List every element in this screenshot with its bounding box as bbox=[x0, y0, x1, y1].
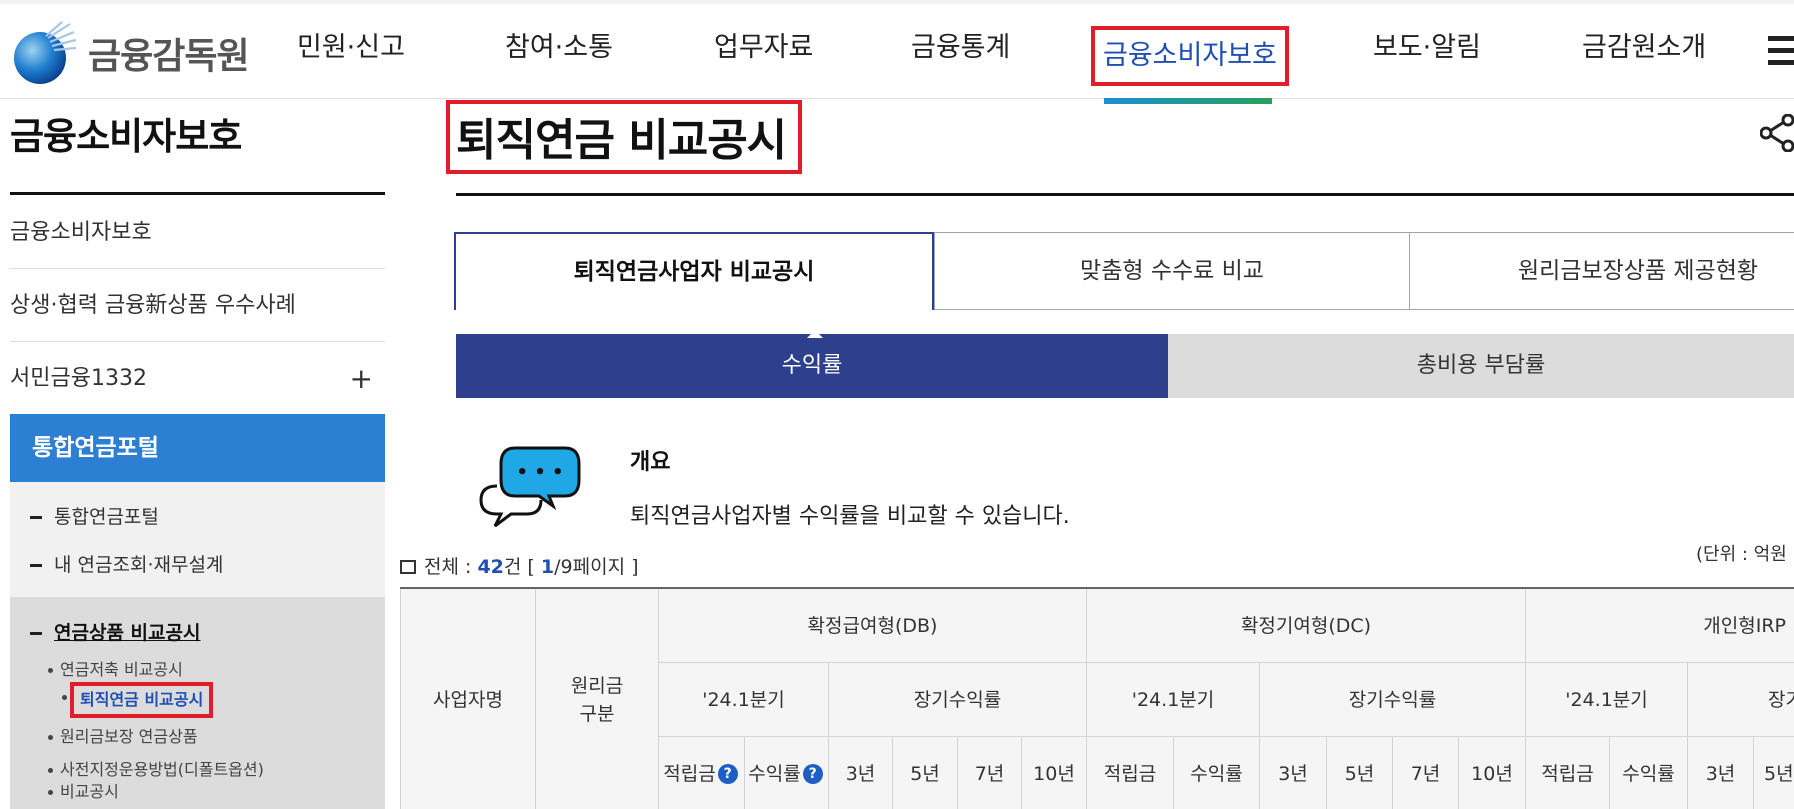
th-dc-reserve: 적립금 bbox=[1087, 737, 1174, 809]
gnb-item-participation[interactable]: 참여·소통 bbox=[505, 18, 613, 78]
unit-label: (단위 : 억원 bbox=[1696, 544, 1787, 565]
tab-provider-comparison[interactable]: 퇴직연금사업자 비교공시 bbox=[454, 232, 934, 310]
sub-item-label: 통합연금포털 bbox=[54, 506, 159, 528]
th-db-reserve-label: 적립금 bbox=[663, 762, 716, 785]
gnb-item-civil[interactable]: 민원·신고 bbox=[297, 18, 405, 78]
sidebar-item-label: 금융소비자보호 bbox=[10, 220, 152, 245]
total-label: 전체 : bbox=[424, 556, 478, 578]
gnb-item-about[interactable]: 금감원소개 bbox=[1582, 18, 1706, 78]
logo[interactable]: 금융감독원 bbox=[10, 18, 250, 88]
logo-text: 금융감독원 bbox=[88, 36, 250, 77]
gnb-item-materials[interactable]: 업무자료 bbox=[714, 18, 813, 78]
speech-bubble-icon: • • • bbox=[475, 440, 585, 530]
th-irp-reserve: 적립금 bbox=[1526, 737, 1610, 809]
subtab-notch bbox=[807, 330, 823, 338]
th-principal-line2: 구분 bbox=[579, 702, 615, 725]
th-irp-3y: 3년 bbox=[1688, 737, 1754, 809]
th-group-db: 확정급여형(DB) bbox=[659, 589, 1087, 663]
th-dc-quarter: '24.1분기 bbox=[1087, 663, 1260, 737]
sub-item-label: 연금상품 비교공시 bbox=[54, 622, 201, 644]
page-title: 퇴직연금 비교공시 bbox=[456, 115, 787, 166]
sidebar-section-pension-portal[interactable]: 통합연금포털 bbox=[10, 414, 385, 482]
sub-item-label: 내 연금조회·재무설계 bbox=[54, 554, 224, 576]
th-dc-3y: 3년 bbox=[1260, 737, 1327, 809]
share-icon[interactable] bbox=[1759, 113, 1794, 153]
th-dc-5y: 5년 bbox=[1327, 737, 1393, 809]
sidebar-item-consumer-protection[interactable]: 금융소비자보호 bbox=[10, 196, 385, 269]
site-header: 금융감독원 민원·신고 참여·소통 업무자료 금융통계 금융소비자보호 보도·알… bbox=[0, 4, 1794, 104]
title-divider bbox=[456, 193, 1794, 196]
sidebar-link-retirement-comparison[interactable]: 퇴직연금 비교공시 bbox=[61, 682, 214, 718]
subtab-total-cost[interactable]: 총비용 부담률 bbox=[1168, 334, 1794, 398]
th-db-longterm: 장기수익률 bbox=[829, 663, 1087, 737]
th-group-irp-label: 개인형IRP bbox=[1703, 614, 1786, 637]
sidebar-title: 금융소비자보호 bbox=[10, 115, 242, 158]
help-icon[interactable]: ? bbox=[802, 763, 823, 784]
menu-icon[interactable] bbox=[1768, 36, 1794, 70]
th-db-10y: 10년 bbox=[1022, 737, 1087, 809]
th-db-7y: 7년 bbox=[958, 737, 1022, 809]
th-group-irp: 개인형IRP bbox=[1526, 589, 1794, 663]
sidebar-item-best-practices[interactable]: 상생·협력 금융新상품 우수사례 bbox=[10, 269, 385, 342]
list-icon bbox=[400, 560, 416, 574]
sidebar-item-label: 상생·협력 금융新상품 우수사례 bbox=[10, 293, 296, 318]
gnb-item-statistics[interactable]: 금융통계 bbox=[911, 18, 1010, 78]
tab-fee-comparison[interactable]: 맞춤형 수수료 비교 bbox=[934, 232, 1410, 310]
sidebar-item-1332[interactable]: 서민금융1332 + bbox=[10, 342, 385, 415]
th-db-5y: 5년 bbox=[893, 737, 958, 809]
page-total: /9페이지 ] bbox=[554, 556, 639, 578]
total-count: 42 bbox=[477, 556, 504, 578]
th-db-yield: 수익률? bbox=[745, 737, 829, 809]
expand-plus-icon[interactable]: + bbox=[350, 342, 373, 415]
th-dc-10y: 10년 bbox=[1459, 737, 1526, 809]
dash-icon bbox=[30, 632, 42, 635]
th-dc-yield: 수익률 bbox=[1174, 737, 1260, 809]
tab-principal-guaranteed[interactable]: 원리금보장상품 제공현황 bbox=[1409, 232, 1794, 310]
overview-description: 퇴직연금사업자별 수익률을 비교할 수 있습니다. bbox=[630, 504, 1070, 529]
overview-title: 개요 bbox=[630, 450, 671, 475]
th-db-reserve: 적립금? bbox=[659, 737, 745, 809]
th-group-dc: 확정기여형(DC) bbox=[1087, 589, 1526, 663]
help-icon[interactable]: ? bbox=[717, 763, 738, 784]
gnb-item-consumer-protection[interactable]: 금융소비자보호 bbox=[1091, 26, 1289, 86]
dash-icon bbox=[30, 516, 42, 519]
sidebar-link-savings-comparison[interactable]: 연금저축 비교공시 bbox=[48, 659, 183, 681]
yield-table: 사업자명 원리금 구분 확정급여형(DB) 확정기여형(DC) 개인형IRP '… bbox=[400, 587, 1794, 809]
th-db-yield-label: 수익률 bbox=[748, 762, 801, 785]
total-unit: 건 [ bbox=[503, 556, 541, 578]
th-db-quarter: '24.1분기 bbox=[659, 663, 829, 737]
th-irp-longterm: 장기 bbox=[1688, 663, 1794, 737]
th-irp-yield: 수익률 bbox=[1610, 737, 1688, 809]
sidebar-sub-item-comparison[interactable]: 연금상품 비교공시 bbox=[30, 618, 200, 645]
sidebar-sub-item-lookup[interactable]: 내 연금조회·재무설계 bbox=[30, 550, 223, 577]
th-irp-quarter: '24.1분기 bbox=[1526, 663, 1688, 737]
page-current: 1 bbox=[540, 556, 555, 578]
bubble-dots: • • • bbox=[516, 462, 563, 483]
sidebar-divider bbox=[10, 192, 385, 195]
th-principal-line1: 원리금 bbox=[570, 674, 624, 697]
th-dc-longterm: 장기수익률 bbox=[1260, 663, 1526, 737]
gnb-item-news[interactable]: 보도·알림 bbox=[1373, 18, 1481, 78]
active-nav-underline bbox=[1104, 98, 1272, 104]
result-count: 전체 : 42건 [ 1/9페이지 ] bbox=[400, 552, 639, 579]
logo-globe-icon bbox=[10, 20, 77, 86]
th-db-3y: 3년 bbox=[829, 737, 893, 809]
subtab-yield[interactable]: 수익률 bbox=[456, 334, 1168, 398]
th-dc-7y: 7년 bbox=[1393, 737, 1459, 809]
th-irp-5y: 5년 bbox=[1754, 737, 1794, 809]
sidebar-link-principal-guaranteed[interactable]: 원리금보장 연금상품 bbox=[48, 726, 198, 748]
sidebar-item-label: 서민금융1332 bbox=[10, 366, 147, 391]
sidebar-link-default-option-cont[interactable]: 비교공시 bbox=[48, 781, 119, 803]
th-company: 사업자명 bbox=[400, 589, 536, 809]
dash-icon bbox=[30, 564, 42, 567]
sidebar-link-default-option[interactable]: 사전지정운용방법(디폴트옵션) bbox=[48, 759, 264, 781]
th-principal: 원리금 구분 bbox=[536, 589, 659, 809]
sidebar-sub-item-portal[interactable]: 통합연금포털 bbox=[30, 502, 159, 529]
